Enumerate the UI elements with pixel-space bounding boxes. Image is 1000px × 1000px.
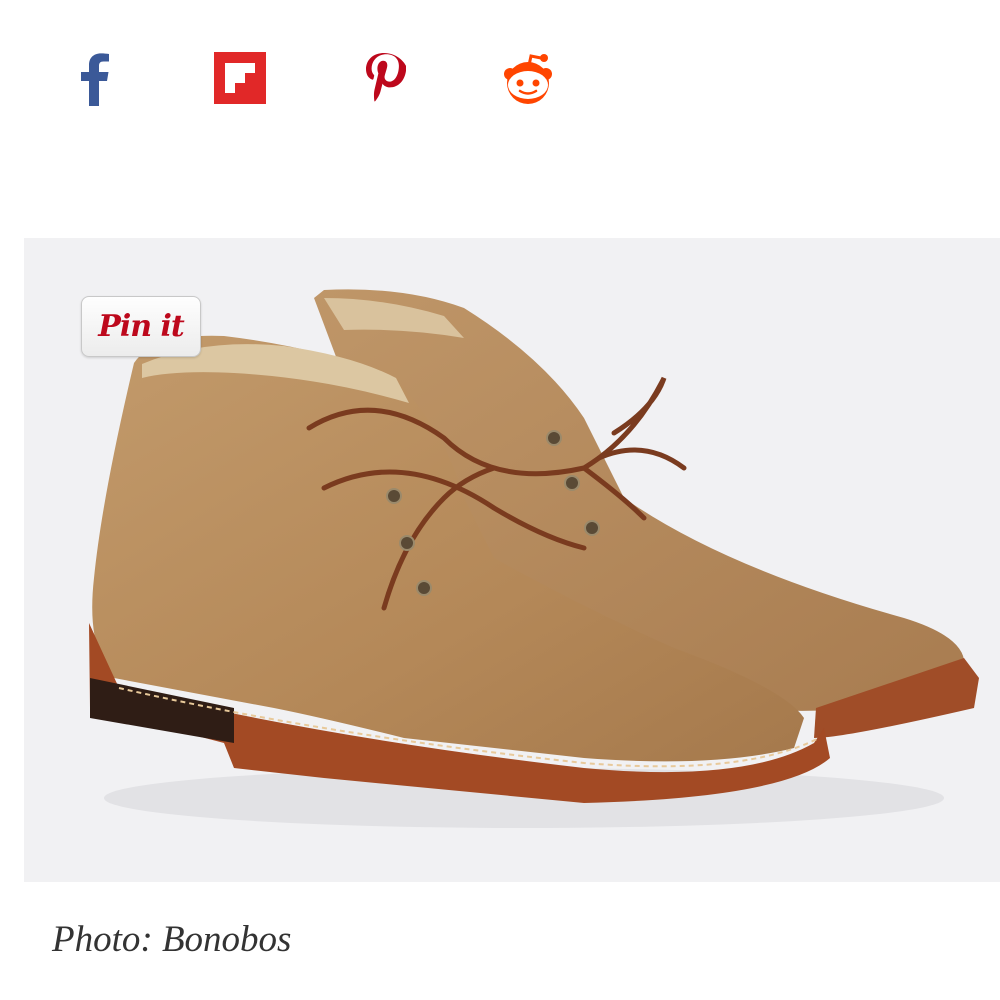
share-bar bbox=[0, 0, 1000, 160]
reddit-icon bbox=[504, 54, 552, 104]
pinterest-icon bbox=[366, 53, 406, 102]
facebook-share-button[interactable] bbox=[63, 46, 127, 110]
reddit-share-button[interactable] bbox=[496, 46, 560, 110]
pin-it-label: Pin it bbox=[98, 309, 184, 344]
pinterest-share-button[interactable] bbox=[352, 46, 416, 110]
facebook-icon bbox=[81, 53, 109, 106]
pin-it-button[interactable]: Pin it bbox=[81, 296, 201, 357]
product-photo: Pin it bbox=[24, 238, 1000, 882]
flipboard-icon bbox=[214, 52, 266, 104]
flipboard-share-button[interactable] bbox=[208, 46, 272, 110]
photo-caption: Photo: Bonobos bbox=[52, 919, 292, 960]
